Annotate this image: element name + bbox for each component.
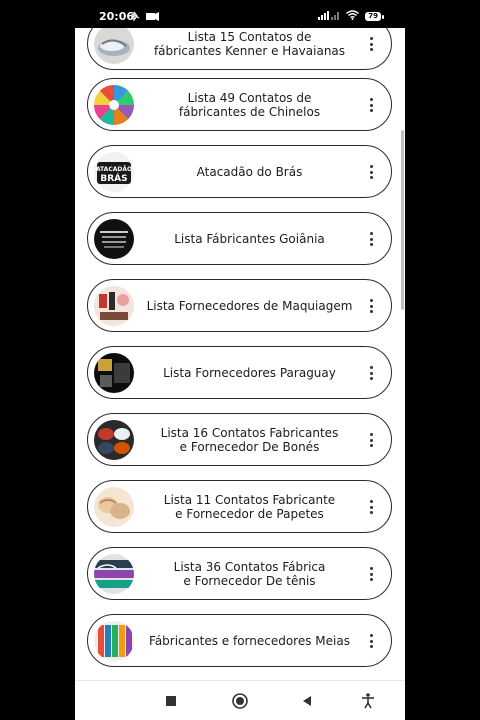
link-title: Lista 15 Contatos de fábricantes Kenner … (153, 29, 346, 58)
sneakers-thumbnail (94, 554, 134, 594)
status-indicators: 79 (318, 9, 384, 23)
battery-icon: 79 (365, 11, 384, 21)
link-title: Lista 49 Contatos de fábricantes de Chin… (178, 90, 321, 119)
link-card[interactable]: Lista 15 Contatos de fábricantes Kenner … (87, 28, 392, 70)
paraguay-thumbnail (94, 353, 134, 393)
link-card[interactable]: Fábricantes e fornecedores Meias (87, 614, 392, 667)
more-options-icon[interactable] (367, 431, 375, 449)
link-card[interactable]: Lista Fornecedores Paraguay (87, 346, 392, 399)
more-options-icon[interactable] (367, 35, 375, 53)
signal-icon (318, 10, 340, 23)
makeup-thumbnail (94, 286, 134, 326)
link-card[interactable]: ATACADÃO BRÁS Atacadão do Brás (87, 145, 392, 198)
more-options-icon[interactable] (367, 565, 375, 583)
phone-screen: 20:06 79 Lista 15 Contatos de fábricante… (75, 0, 405, 720)
recent-apps-icon[interactable] (159, 689, 183, 713)
link-title: Lista 36 Contatos Fábrica e Fornecedor D… (173, 559, 326, 588)
more-options-icon[interactable] (367, 96, 375, 114)
link-title: Lista 11 Contatos Fabricante e Fornecedo… (163, 492, 336, 521)
papetes-thumbnail (94, 487, 134, 527)
link-title: Atacadão do Brás (196, 164, 303, 179)
svg-text:ATACADÃO: ATACADÃO (96, 166, 132, 173)
more-options-icon[interactable] (367, 230, 375, 248)
link-title: Lista Fábricantes Goiânia (174, 231, 325, 246)
link-title: Lista 16 Contatos Fabricantes e Forneced… (160, 425, 339, 454)
socks-thumbnail (94, 621, 134, 661)
notification-icons (130, 10, 162, 22)
link-card[interactable]: Lista 11 Contatos Fabricante e Fornecedo… (87, 480, 392, 533)
accessibility-icon[interactable] (356, 689, 380, 713)
links-page[interactable]: Lista 15 Contatos de fábricantes Kenner … (75, 28, 405, 680)
link-card[interactable]: Lista 49 Contatos de fábricantes de Chin… (87, 78, 392, 131)
colorful-slippers-thumbnail (94, 85, 134, 125)
sandals-thumbnail (94, 28, 134, 64)
link-card[interactable]: Lista Fornecedores de Maquiagem (87, 279, 392, 332)
svg-text:BRÁS: BRÁS (100, 172, 127, 184)
link-title: Lista Fornecedores de Maquiagem (146, 298, 353, 313)
status-time: 20:06 (99, 10, 135, 23)
link-title: Lista Fornecedores Paraguay (163, 365, 336, 380)
link-card[interactable]: Lista Fábricantes Goiânia (87, 212, 392, 265)
caps-thumbnail (94, 420, 134, 460)
home-icon[interactable] (228, 689, 252, 713)
more-options-icon[interactable] (367, 498, 375, 516)
status-bar: 20:06 79 (75, 0, 405, 28)
more-options-icon[interactable] (367, 364, 375, 382)
wifi-icon (346, 9, 360, 23)
link-card[interactable]: Lista 36 Contatos Fábrica e Fornecedor D… (87, 547, 392, 600)
more-options-icon[interactable] (367, 163, 375, 181)
link-card[interactable]: Lista 16 Contatos Fabricantes e Forneced… (87, 413, 392, 466)
more-options-icon[interactable] (367, 632, 375, 650)
back-icon[interactable] (295, 689, 319, 713)
navigation-bar (75, 680, 405, 720)
scrollbar[interactable] (401, 130, 404, 310)
more-options-icon[interactable] (367, 297, 375, 315)
link-title: Fábricantes e fornecedores Meias (149, 633, 350, 648)
atacadao-logo-thumbnail: ATACADÃO BRÁS (94, 152, 134, 192)
goiania-flyer-thumbnail (94, 219, 134, 259)
